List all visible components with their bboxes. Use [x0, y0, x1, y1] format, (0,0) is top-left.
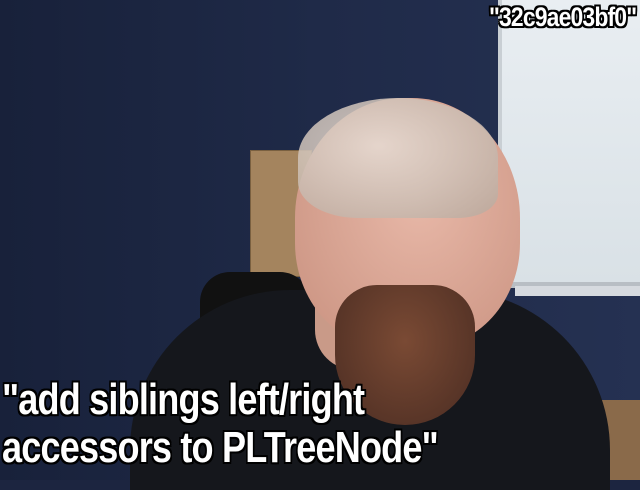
- commit-message-caption: "add siblings left/right accessors to PL…: [2, 375, 439, 472]
- commit-message-line-2: accessors to PLTreeNode": [2, 423, 439, 472]
- commit-message-line-1: "add siblings left/right: [2, 375, 365, 424]
- commit-hash-caption: "32c9ae03bf0": [488, 2, 637, 32]
- whiteboard-tray: [515, 286, 640, 296]
- person-hair: [298, 98, 498, 218]
